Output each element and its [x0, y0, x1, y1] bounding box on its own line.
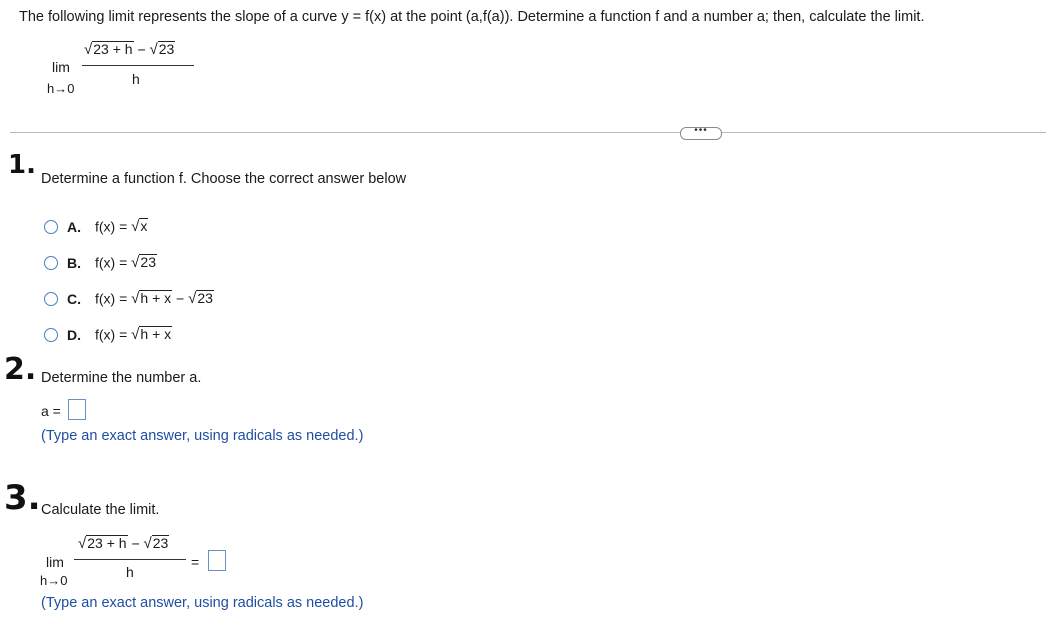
option-b-formula: f(x) = √ 23 — [95, 254, 157, 272]
option-c-formula: f(x) = √ h + x − √ 23 — [95, 290, 214, 308]
handwritten-marker-1: 1. — [8, 150, 36, 180]
option-a-letter: A. — [67, 219, 81, 235]
limit-numerator-2: √ 23 + h − √ 23 — [78, 535, 170, 553]
fraction-bar-2 — [74, 559, 186, 560]
more-options-button[interactable]: ••• — [680, 126, 722, 140]
equals-sign: = — [191, 554, 200, 570]
limit-expression-top: √ 23 + h − √ 23 lim h h→0 — [44, 40, 204, 100]
section-divider — [10, 132, 1046, 133]
lim-label: lim — [52, 59, 70, 75]
handwritten-marker-2: 2. — [4, 352, 37, 387]
limit-answer-input[interactable] — [208, 550, 226, 571]
part1-question: Determine a function f. Choose the corre… — [41, 171, 407, 187]
lim-label-2: lim — [46, 554, 64, 570]
problem-statement: The following limit represents the slope… — [19, 9, 925, 25]
option-c[interactable]: C. f(x) = √ h + x − √ 23 — [42, 288, 302, 312]
limit-denominator-2: h — [126, 564, 134, 580]
numerator-radicand-b: 23 — [157, 41, 176, 57]
lim-subscript-2: h→0 — [40, 573, 68, 588]
radio-option-a[interactable] — [44, 220, 58, 234]
radio-option-b[interactable] — [44, 256, 58, 270]
option-b-letter: B. — [67, 255, 81, 271]
option-d-letter: D. — [67, 327, 81, 343]
part3-question: Calculate the limit. — [41, 502, 160, 518]
fraction-bar — [82, 65, 194, 66]
part3-hint: (Type an exact answer, using radicals as… — [41, 595, 364, 611]
option-a-formula: f(x) = √ x — [95, 218, 149, 236]
option-b[interactable]: B. f(x) = √ 23 — [42, 252, 302, 276]
part2-question: Determine the number a. — [41, 370, 202, 386]
option-c-letter: C. — [67, 291, 81, 307]
option-d-formula: f(x) = √ h + x — [95, 326, 173, 344]
numerator-minus: − — [137, 41, 146, 58]
part2-hint: (Type an exact answer, using radicals as… — [41, 428, 364, 444]
lim-subscript: h→0 — [47, 81, 75, 96]
limit-denominator: h — [132, 71, 140, 87]
limit-numerator: √ 23 + h − √ 23 — [84, 41, 176, 59]
radio-option-c[interactable] — [44, 292, 58, 306]
a-label: a = — [41, 403, 61, 419]
radio-option-d[interactable] — [44, 328, 58, 342]
option-d[interactable]: D. f(x) = √ h + x — [42, 324, 302, 348]
option-a[interactable]: A. f(x) = √ x — [42, 216, 302, 240]
handwritten-marker-3: 3. — [4, 478, 41, 518]
numerator-radicand-a: 23 + h — [92, 41, 134, 57]
a-answer-input[interactable] — [68, 399, 86, 420]
